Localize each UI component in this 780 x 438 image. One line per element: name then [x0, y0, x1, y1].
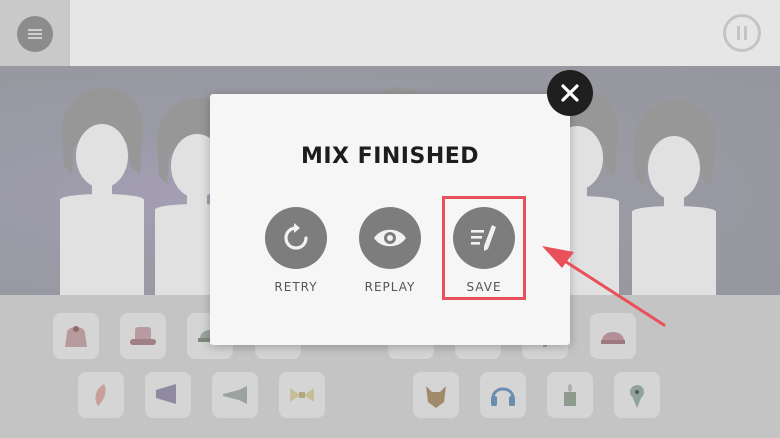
menu-area — [0, 0, 70, 66]
close-dialog-button[interactable] — [547, 70, 593, 116]
menu-button[interactable] — [17, 16, 53, 52]
replay-button[interactable]: REPLAY — [355, 207, 425, 294]
save-pencil-icon — [471, 225, 496, 251]
retry-icon — [284, 223, 308, 250]
pause-button[interactable] — [723, 14, 761, 52]
top-bar — [0, 0, 780, 66]
close-icon — [561, 84, 579, 102]
retry-label: RETRY — [274, 280, 318, 294]
retry-circle[interactable] — [265, 207, 327, 269]
pause-icon — [737, 26, 747, 40]
mix-finished-dialog: MIX FINISHED RETRY REPLAY SAVE — [210, 94, 570, 345]
eye-icon — [374, 229, 406, 247]
save-label: SAVE — [466, 280, 502, 294]
menu-icon — [28, 29, 42, 39]
save-circle[interactable] — [453, 207, 515, 269]
replay-circle[interactable] — [359, 207, 421, 269]
dialog-title: MIX FINISHED — [300, 144, 480, 169]
save-button[interactable]: SAVE — [449, 207, 519, 294]
retry-button[interactable]: RETRY — [261, 207, 331, 294]
replay-label: REPLAY — [364, 280, 416, 294]
